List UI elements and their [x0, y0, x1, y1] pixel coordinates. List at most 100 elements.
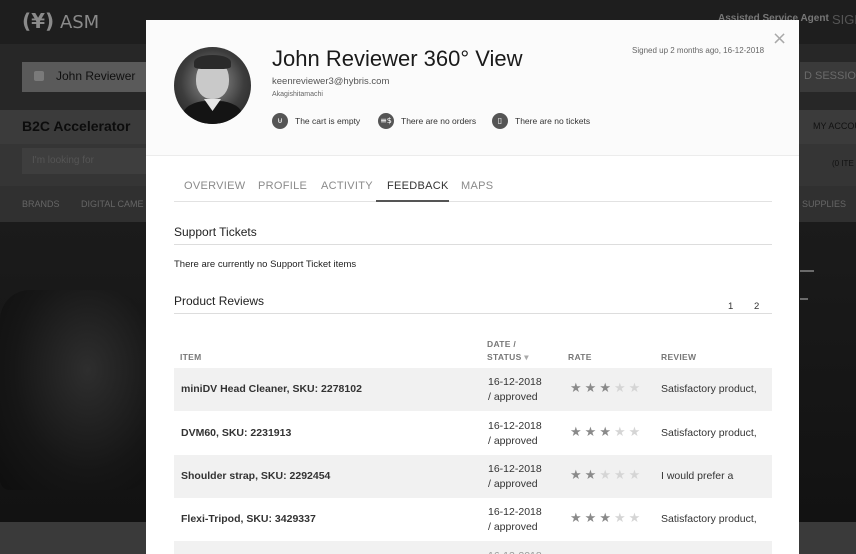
column-rate[interactable]: RATE	[568, 352, 592, 362]
review-date-partial: 16-12-2018	[488, 550, 542, 554]
customer-email: keenreviewer3@hybris.com	[272, 76, 390, 87]
review-status: / approved	[488, 435, 538, 447]
section-divider	[174, 313, 772, 314]
column-date-line2: STATUS	[487, 352, 522, 362]
end-session-button[interactable]: D SESSION	[800, 62, 856, 92]
star-filled-icon: ★	[599, 381, 614, 396]
support-tickets-title: Support Tickets	[174, 225, 257, 239]
column-date-status[interactable]: STATUS ▾	[487, 352, 529, 363]
customer-360-modal: John Reviewer 360° View keenreviewer3@hy…	[146, 20, 799, 554]
review-text: I would prefer a	[661, 470, 734, 482]
tab-profile[interactable]: PROFILE	[258, 180, 307, 192]
tab-maps[interactable]: MAPS	[461, 180, 493, 192]
column-item[interactable]: ITEM	[180, 352, 202, 362]
review-text: Satisfactory product,	[661, 427, 757, 439]
modal-title: John Reviewer 360° View	[272, 46, 523, 71]
section-divider	[174, 244, 772, 245]
user-icon	[34, 71, 44, 81]
star-empty-icon: ★	[628, 425, 644, 440]
table-row[interactable]	[174, 541, 772, 554]
asm-logo: (¥) ASM	[22, 9, 100, 33]
review-date-status: 16-12-2018 / approved	[488, 375, 542, 405]
review-text: Satisfactory product,	[661, 383, 757, 395]
hero-decoration	[800, 270, 814, 272]
star-empty-icon: ★	[628, 511, 644, 526]
star-filled-icon: ★	[584, 381, 600, 396]
tab-feedback[interactable]: FEEDBACK	[387, 180, 449, 192]
star-filled-icon: ★	[570, 425, 585, 440]
avatar-hair	[194, 55, 231, 69]
tab-activity[interactable]: ACTIVITY	[321, 180, 373, 192]
cart-status[interactable]: ⊍ The cart is empty	[272, 113, 360, 129]
tickets-icon: ▯	[492, 113, 508, 129]
nav-item-digital-cameras[interactable]: DIGITAL CAME	[81, 199, 144, 209]
star-rating: ★★★★★	[570, 425, 643, 440]
modal-header: John Reviewer 360° View keenreviewer3@hy…	[146, 20, 799, 156]
cart-status-label: The cart is empty	[295, 116, 361, 126]
star-filled-icon: ★	[570, 511, 585, 526]
active-tab-indicator	[376, 200, 449, 202]
customer-location: Akagishitamachi	[272, 91, 323, 98]
signed-up-text: Signed up 2 months ago, 16-12-2018	[632, 46, 765, 55]
sort-desc-icon: ▾	[524, 352, 529, 362]
product-reviews-title: Product Reviews	[174, 294, 265, 308]
review-text: Satisfactory product,	[661, 513, 757, 525]
table-row[interactable]: Flexi-Tripod, SKU: 3429337 16-12-2018 / a…	[174, 498, 772, 541]
camera-image	[0, 290, 146, 490]
review-status: / approved	[488, 391, 538, 403]
star-empty-icon: ★	[613, 511, 629, 526]
nav-item-brands[interactable]: BRANDS	[22, 199, 60, 209]
column-review[interactable]: REVIEW	[661, 352, 696, 362]
site-search-input[interactable]: I'm looking for	[22, 148, 146, 174]
tickets-status[interactable]: ▯ There are no tickets	[492, 113, 590, 129]
page-1-link[interactable]: 1	[728, 301, 733, 312]
star-filled-icon: ★	[570, 468, 585, 483]
support-tickets-empty: There are currently no Support Ticket it…	[174, 259, 357, 270]
review-item: miniDV Head Cleaner, SKU: 2278102	[181, 383, 362, 395]
column-date-line1[interactable]: DATE /	[487, 339, 516, 349]
cart-icon: ⊍	[272, 113, 288, 129]
review-date-status: 16-12-2018 / approved	[488, 419, 542, 449]
star-filled-icon: ★	[584, 425, 600, 440]
review-item: Shoulder strap, SKU: 2292454	[181, 470, 331, 482]
star-empty-icon: ★	[613, 468, 629, 483]
review-item: DVM60, SKU: 2231913	[181, 427, 292, 439]
star-filled-icon: ★	[584, 511, 600, 526]
review-item: Flexi-Tripod, SKU: 3429337	[181, 513, 316, 525]
star-filled-icon: ★	[599, 511, 614, 526]
review-status: / approved	[488, 478, 538, 490]
close-icon[interactable]: ×	[772, 28, 787, 49]
review-date: 16-12-2018	[488, 506, 542, 518]
review-date: 16-12-2018	[488, 463, 542, 475]
table-row[interactable]: Shoulder strap, SKU: 2292454 16-12-2018 /…	[174, 455, 772, 498]
star-empty-icon: ★	[628, 468, 644, 483]
asm-logo-text: ASM	[59, 12, 100, 33]
page-2-link[interactable]: 2	[754, 301, 759, 312]
table-row[interactable]: miniDV Head Cleaner, SKU: 2278102 16-12-…	[174, 368, 772, 411]
customer-avatar	[174, 47, 251, 124]
hero-decoration	[800, 298, 808, 300]
nav-item-supplies[interactable]: SUPPLIES	[802, 199, 846, 209]
star-filled-icon: ★	[599, 425, 614, 440]
review-date: 16-12-2018	[488, 420, 542, 432]
tab-overview[interactable]: OVERVIEW	[184, 180, 246, 192]
table-row[interactable]: DVM60, SKU: 2231913 16-12-2018 / approved…	[174, 412, 772, 455]
signout-link[interactable]: SIGN	[832, 12, 856, 27]
site-brand[interactable]: B2C Accelerator	[22, 118, 130, 134]
customer-selector[interactable]: John Reviewer	[22, 62, 146, 92]
tickets-status-label: There are no tickets	[515, 116, 591, 126]
star-filled-icon: ★	[584, 468, 600, 483]
review-date: 16-12-2018	[488, 376, 542, 388]
star-empty-icon: ★	[599, 468, 614, 483]
my-account-link[interactable]: MY ACCOU	[813, 121, 856, 131]
review-date-status: 16-12-2018 / approved	[488, 505, 542, 535]
cart-count[interactable]: (0 ITE	[832, 159, 854, 168]
star-empty-icon: ★	[613, 425, 629, 440]
orders-icon: ≡$	[378, 113, 394, 129]
customer-selector-name: John Reviewer	[56, 69, 136, 83]
review-date-status: 16-12-2018 / approved	[488, 462, 542, 492]
orders-status[interactable]: ≡$ There are no orders	[378, 113, 476, 129]
star-rating: ★★★★★	[570, 468, 643, 483]
tab-bar: OVERVIEW PROFILE ACTIVITY FEEDBACK MAPS	[174, 176, 772, 202]
star-empty-icon: ★	[628, 381, 644, 396]
